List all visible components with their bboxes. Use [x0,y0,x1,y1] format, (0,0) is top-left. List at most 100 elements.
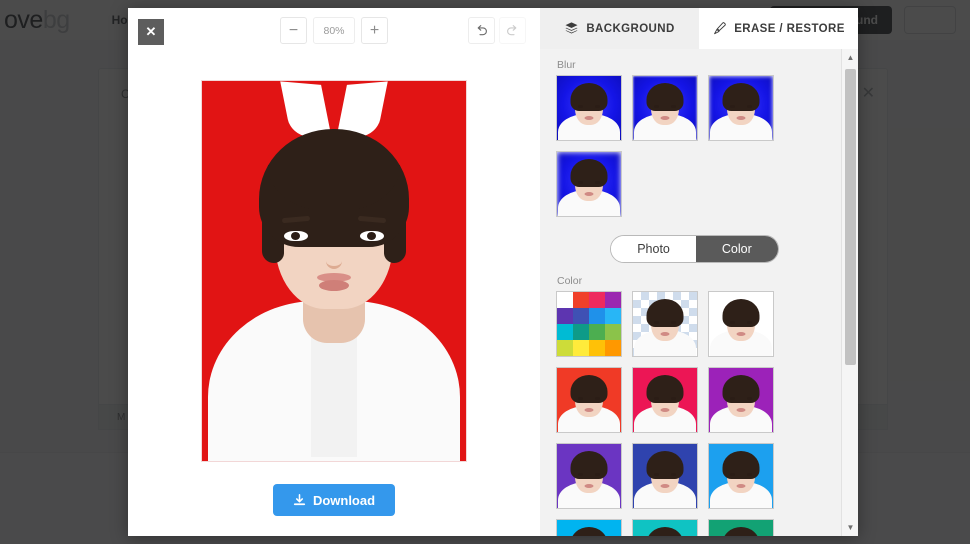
palette-swatch-1[interactable] [573,292,589,308]
thumbnail-eyeR [595,397,600,400]
editor-toolbar: ✕ − 80% + [128,8,540,54]
close-modal-button[interactable]: ✕ [138,19,164,45]
download-button-label: Download [312,492,376,508]
thumbnail-violet[interactable] [556,443,622,509]
palette-swatch-3[interactable] [605,292,621,308]
thumbnail-hair [722,375,760,403]
thumbnail-eyeR [671,321,676,324]
thumbnail-eyeL [654,105,659,108]
blur-section-label: Blur [557,59,576,71]
mode-option-color[interactable]: Color [695,236,778,262]
scrollbar-thumb[interactable] [845,69,856,365]
image-preview[interactable] [201,80,467,462]
thumbnail-hair [646,299,684,327]
tab-erase-restore[interactable]: ERASE / RESTORE [699,8,858,49]
palette-swatch-0[interactable] [557,292,573,308]
thumbnail-eyeL [578,181,583,184]
thumbnail-crimson[interactable] [632,367,698,433]
thumbnail-hair [722,299,760,327]
mode-toggle[interactable]: Photo Color [610,235,779,263]
thumbnail-transparent[interactable] [632,291,698,357]
thumbnail-azure[interactable] [708,443,774,509]
side-panel: BACKGROUND ERASE / RESTORE Blur Photo Co… [540,8,858,536]
palette-swatch-8[interactable] [557,324,573,340]
thumbnail-mouth [736,332,746,336]
thumbnail-mouth [660,484,670,488]
thumbnail-eyeL [654,397,659,400]
thumbnail-mouth [584,408,594,412]
thumbnail-blur-3[interactable] [556,151,622,217]
panel-scroll-content: Blur Photo Color Color [540,49,841,536]
palette-swatch-13[interactable] [573,340,589,356]
palette-swatch-5[interactable] [573,308,589,324]
canvas-area[interactable] [128,54,540,464]
thumbnail-hair [722,451,760,479]
thumbnail-mouth [660,116,670,120]
thumbnail-mouth [660,408,670,412]
redo-icon [507,25,517,36]
palette-swatch-6[interactable] [589,308,605,324]
thumbnail-red[interactable] [556,367,622,433]
thumbnail-indigo[interactable] [632,443,698,509]
palette-swatch-10[interactable] [589,324,605,340]
thumbnail-hair [646,451,684,479]
thumbnail-eyeR [747,473,752,476]
thumbnail-eyeR [671,105,676,108]
thumbnail-teal[interactable] [632,519,698,536]
thumbnail-eyeL [578,397,583,400]
palette-swatch-9[interactable] [573,324,589,340]
tab-background-label: BACKGROUND [586,22,675,35]
thumbnail-blur-2[interactable] [708,75,774,141]
undo-button[interactable] [468,17,495,44]
tab-erase-restore-label: ERASE / RESTORE [734,22,845,35]
blur-thumbnail-grid [556,75,841,217]
palette-swatch-12[interactable] [557,340,573,356]
thumbnail-eyeL [730,105,735,108]
thumbnail-purple[interactable] [708,367,774,433]
preview-eye-left [284,231,308,241]
thumbnail-blur-1[interactable] [632,75,698,141]
palette-swatch-7[interactable] [605,308,621,324]
thumbnail-green[interactable] [708,519,774,536]
palette-swatch-4[interactable] [557,308,573,324]
panel-body: Blur Photo Color Color ▲ ▼ [540,49,858,536]
palette-swatch-11[interactable] [605,324,621,340]
zoom-level-value[interactable]: 80% [313,17,355,44]
layers-icon [565,22,578,34]
thumbnail-mouth [584,484,594,488]
zoom-out-button[interactable]: − [280,17,307,44]
panel-tabs: BACKGROUND ERASE / RESTORE [540,8,858,49]
thumbnail-blur-0[interactable] [556,75,622,141]
undo-icon [477,25,487,36]
scroll-up-arrow-icon[interactable]: ▲ [842,49,858,66]
thumbnail-eyeL [654,321,659,324]
thumbnail-mouth [736,116,746,120]
scroll-down-arrow-icon[interactable]: ▼ [842,519,858,536]
thumbnail-eyeR [595,473,600,476]
thumbnail-eyeR [671,473,676,476]
thumbnail-white[interactable] [708,291,774,357]
color-picker-swatch[interactable] [556,291,622,357]
editor-pane: ✕ − 80% + Download [128,8,540,536]
zoom-in-button[interactable]: + [361,17,388,44]
thumbnail-hair [570,159,608,187]
color-section-label: Color [557,275,583,287]
zoom-controls: − 80% + [280,17,388,44]
preview-lip-bottom [319,280,349,291]
download-button[interactable]: Download [272,484,396,516]
thumbnail-cyan[interactable] [556,519,622,536]
thumbnail-mouth [584,192,594,196]
mode-toggle-wrap: Photo Color [556,235,841,263]
palette-swatch-14[interactable] [589,340,605,356]
palette-swatch-15[interactable] [605,340,621,356]
thumbnail-eyeL [730,321,735,324]
tab-background[interactable]: BACKGROUND [540,8,699,49]
redo-button[interactable] [499,17,526,44]
mode-option-photo[interactable]: Photo [611,236,696,262]
thumbnail-hair [722,83,760,111]
palette-swatch-2[interactable] [589,292,605,308]
thumbnail-eyeR [747,397,752,400]
panel-scrollbar[interactable]: ▲ ▼ [841,49,858,536]
thumbnail-hair [646,83,684,111]
thumbnail-mouth [584,116,594,120]
